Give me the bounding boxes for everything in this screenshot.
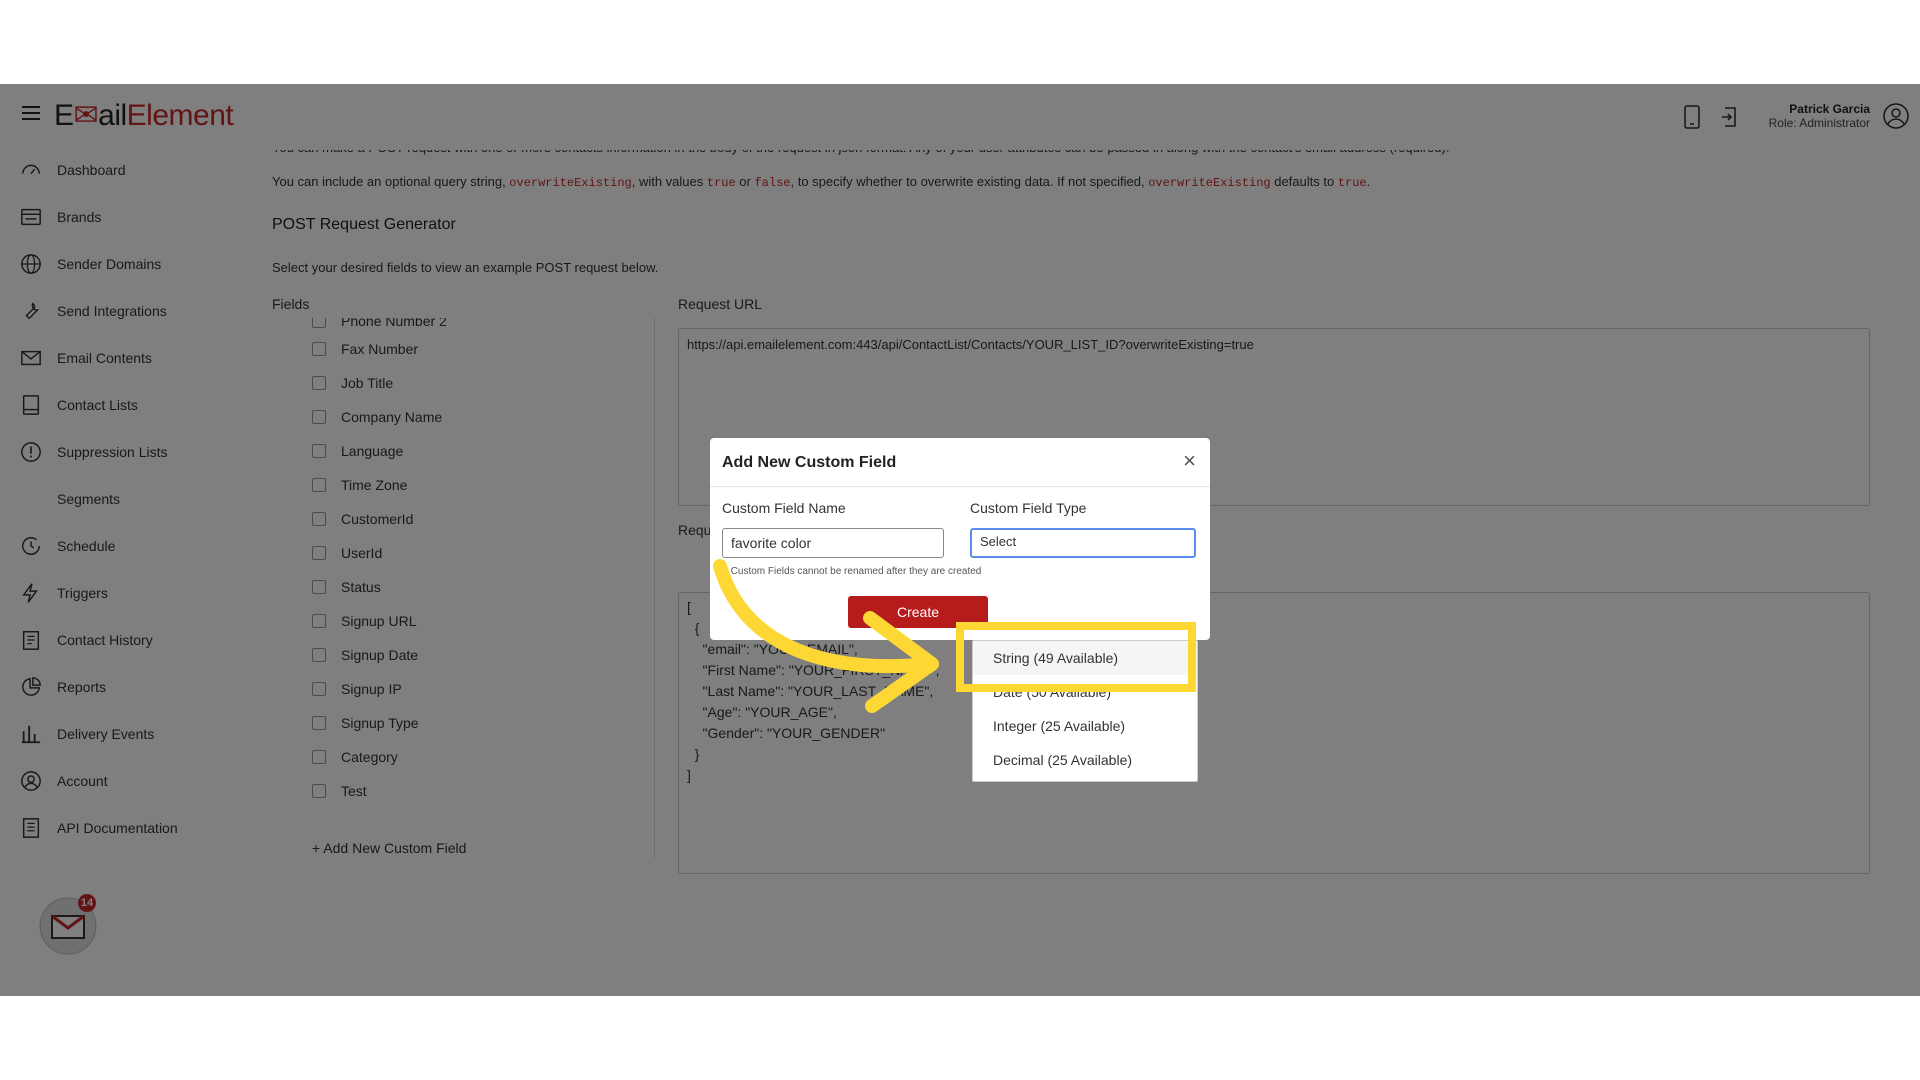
custom-field-name-label: Custom Field Name (722, 500, 846, 516)
dropdown-option-integer[interactable]: Integer (25 Available) (973, 709, 1197, 743)
modal-header: Add New Custom Field × (710, 438, 1210, 487)
dropdown-option-decimal[interactable]: Decimal (25 Available) (973, 743, 1197, 777)
custom-field-name-input[interactable] (722, 528, 944, 558)
highlight-box (956, 622, 1196, 692)
select-placeholder: Select (980, 534, 1017, 549)
custom-field-type-label: Custom Field Type (970, 500, 1087, 516)
app-window: You can make a POST request with one or … (0, 84, 1920, 996)
custom-field-type-select[interactable]: Select (970, 528, 1196, 558)
modal-title: Add New Custom Field (722, 454, 897, 471)
close-icon[interactable]: × (1183, 450, 1196, 472)
tutorial-arrow-icon (713, 559, 939, 713)
